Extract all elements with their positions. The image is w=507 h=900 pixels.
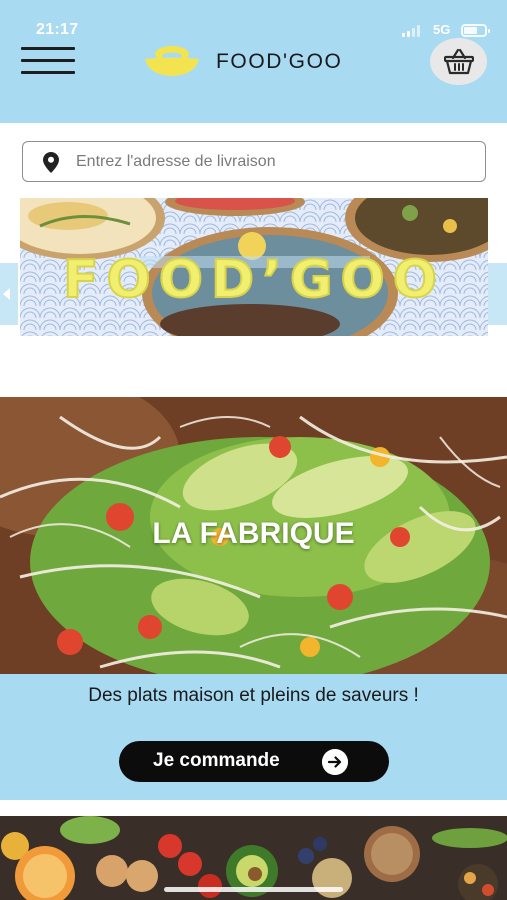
basket-button[interactable]	[430, 38, 487, 85]
address-input[interactable]	[76, 150, 476, 174]
order-button-label: Je commande	[153, 750, 280, 771]
hero-banner[interactable]: FOOD’GOO	[20, 198, 488, 336]
brand-logo[interactable]: FOOD'GOO	[143, 42, 373, 82]
network-type: 5G	[433, 22, 451, 37]
signal-strength-icon	[402, 25, 424, 37]
delivery-address-field[interactable]	[22, 141, 486, 182]
location-pin-icon	[43, 152, 59, 173]
brand-name: FOOD'GOO	[216, 50, 343, 73]
status-time: 21:17	[36, 21, 79, 38]
feature-info-panel: Des plats maison et pleins de saveurs ! …	[0, 674, 507, 800]
app-header: 21:17 5G FOOD'GOO	[0, 0, 507, 123]
banner-title: FOOD’GOO	[62, 249, 445, 311]
carousel-prev-button[interactable]	[0, 263, 18, 325]
order-button[interactable]: Je commande	[119, 741, 389, 782]
feature-description: Des plats maison et pleins de saveurs !	[88, 685, 419, 706]
basket-icon	[444, 48, 474, 75]
home-indicator[interactable]	[164, 887, 343, 892]
feature-card-image[interactable]: LA FABRIQUE	[0, 397, 507, 674]
bowl-logo-icon	[145, 46, 199, 76]
status-bar: 21:17 5G	[0, 0, 507, 40]
feature-title: LA FABRIQUE	[152, 517, 355, 550]
arrow-right-circle-icon	[322, 749, 348, 775]
hamburger-menu-icon[interactable]	[21, 45, 75, 77]
battery-icon	[461, 24, 490, 37]
carousel-next-button[interactable]	[487, 263, 507, 325]
